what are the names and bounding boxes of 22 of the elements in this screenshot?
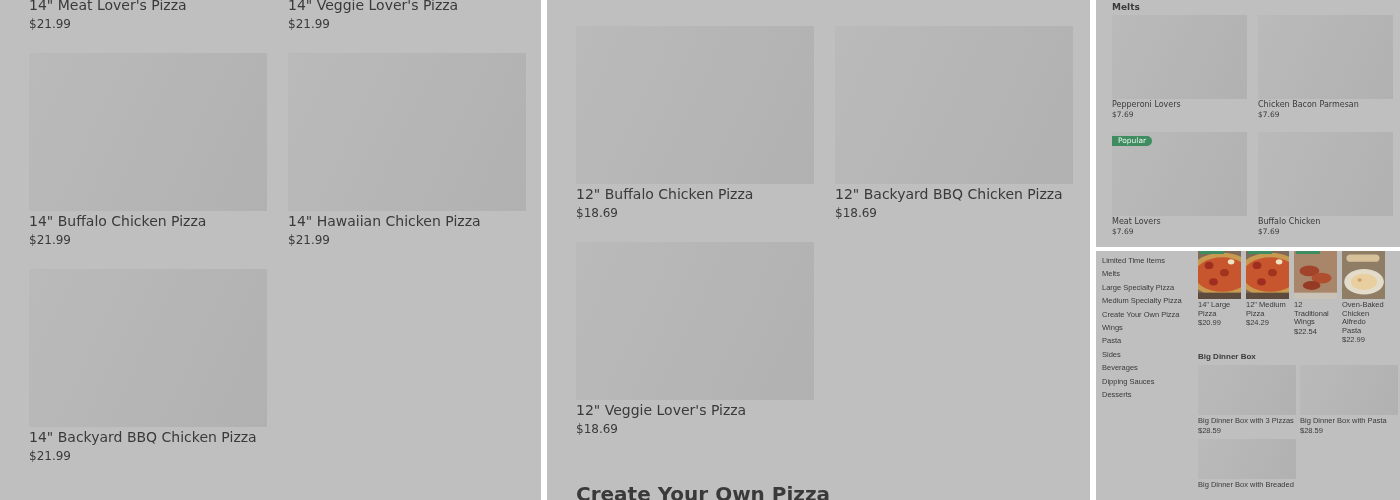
item-price: $21.99 [288, 232, 331, 249]
item-title: 14" Buffalo Chicken Pizza [29, 212, 208, 231]
item-title: 12" Veggie Lover's Pizza [576, 401, 748, 420]
item-title: 14" Meat Lover's Pizza [29, 0, 188, 15]
item-price: $21.99 [29, 448, 72, 465]
item-price: $18.69 [576, 205, 619, 222]
item-price: $21.99 [288, 16, 331, 33]
item-title: 12" Buffalo Chicken Pizza [576, 185, 755, 204]
item-price: $21.99 [29, 16, 72, 33]
item-title: Meat Lovers [1112, 217, 1162, 227]
item-price: $18.69 [576, 421, 619, 438]
item-title: Buffalo Chicken [1258, 217, 1322, 227]
item-title: 14" Backyard BBQ Chicken Pizza [29, 428, 258, 447]
item-title: 12" Backyard BBQ Chicken Pizza [835, 185, 1064, 204]
item-title: 14" Hawaiian Chicken Pizza [288, 212, 482, 231]
section-heading: Melts [1111, 1, 1141, 14]
item-price: $18.69 [835, 205, 878, 222]
item-title: 14" Veggie Lover's Pizza [288, 0, 460, 15]
item-title: Chicken Bacon Parmesan [1258, 100, 1360, 110]
section-heading: Big Dinner Box [1198, 352, 1257, 362]
item-price: $21.99 [29, 232, 72, 249]
item-title: Pepperoni Lovers [1112, 100, 1182, 110]
